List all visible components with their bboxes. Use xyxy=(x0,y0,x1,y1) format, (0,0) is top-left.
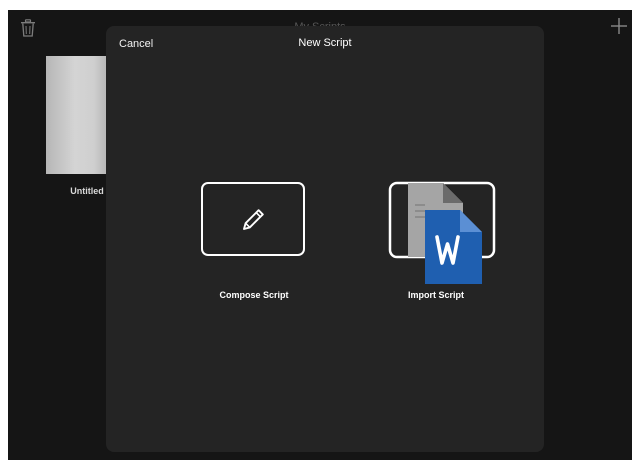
word-document-icon xyxy=(388,181,496,284)
plus-icon[interactable] xyxy=(610,17,628,35)
compose-script-option[interactable]: Compose Script xyxy=(189,180,319,310)
app-window: My Scripts Untitled Cancel New Script Co… xyxy=(8,10,632,460)
import-script-option[interactable]: Import Script xyxy=(371,180,501,310)
import-script-label: Import Script xyxy=(407,290,464,300)
document-thumbnail[interactable] xyxy=(46,56,110,174)
dialog-title: New Script xyxy=(298,37,352,49)
pencil-icon xyxy=(243,209,264,230)
compose-script-label: Compose Script xyxy=(219,290,289,300)
new-script-dialog: Cancel New Script Compose Script Import … xyxy=(106,26,544,452)
dialog-header: Cancel New Script xyxy=(106,26,544,62)
